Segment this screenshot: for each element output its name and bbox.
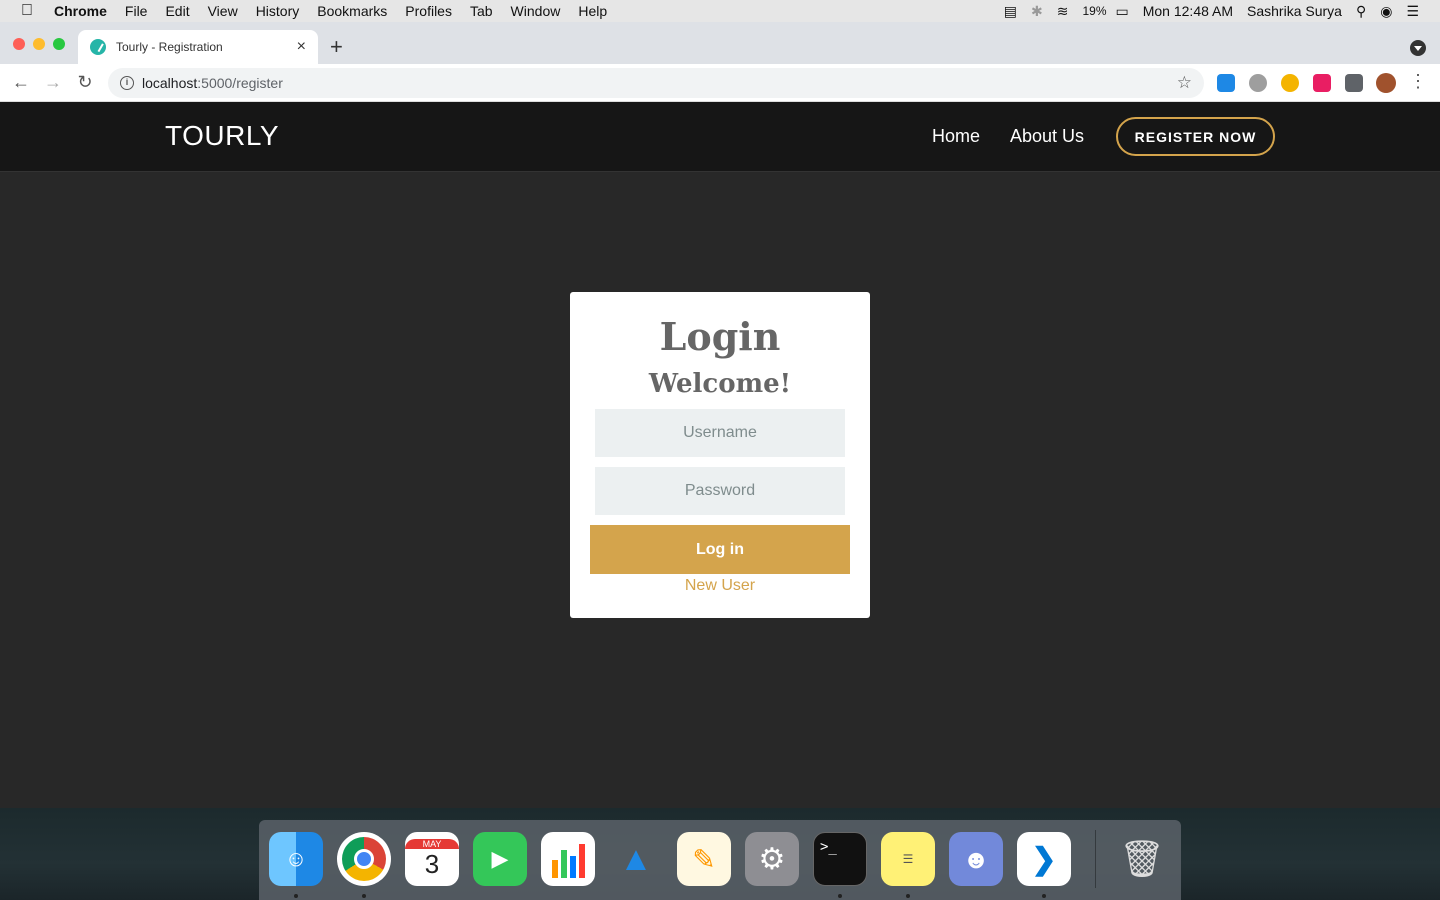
tab-search-icon[interactable] — [1410, 40, 1426, 56]
new-user-link[interactable]: New User — [570, 577, 870, 595]
site-info-icon[interactable]: i — [120, 76, 134, 90]
login-submit-button[interactable]: Log in — [590, 525, 850, 574]
terminal-icon[interactable]: >_ — [813, 832, 867, 886]
keynote-icon[interactable]: ▲ — [609, 832, 663, 886]
login-title: Login — [659, 314, 781, 359]
username-input[interactable] — [595, 409, 845, 457]
forward-arrow-icon[interactable]: → — [37, 72, 69, 93]
menubar-user[interactable]: Sashrika Surya — [1240, 3, 1349, 19]
profile-avatar[interactable] — [1376, 73, 1396, 93]
tab-title: Tourly - Registration — [116, 40, 223, 54]
window-zoom-button[interactable] — [53, 38, 65, 50]
menu-tab[interactable]: Tab — [461, 3, 502, 19]
macos-dock: ☺ MAY 3 ▶ ▲ ✎ ⚙ >_ ☰ ☻ ❯ 🗑 — [259, 820, 1181, 900]
apple-menu-icon[interactable]:  — [0, 2, 54, 20]
notification-center-icon[interactable]: ☰ — [1399, 3, 1426, 20]
menubar-status-area: ▤ ✱ ≋ 19% ▭ Mon 12:48 AM Sashrika Surya … — [997, 3, 1440, 20]
calendar-icon[interactable]: MAY 3 — [405, 832, 459, 886]
login-card: Login Welcome! Log in New User — [570, 292, 870, 618]
vscode-running-indicator — [1042, 894, 1046, 898]
menu-app-name[interactable]: Chrome — [54, 3, 116, 19]
nav-link-home[interactable]: Home — [932, 126, 980, 147]
window-minimize-button[interactable] — [33, 38, 45, 50]
dock-separator — [1095, 830, 1096, 888]
nav-link-about[interactable]: About Us — [1010, 126, 1084, 147]
chrome-menu-icon[interactable]: ⋮ — [1402, 71, 1434, 92]
wifi-icon[interactable]: ≋ — [1050, 3, 1076, 20]
trash-icon[interactable]: 🗑 — [1115, 832, 1169, 886]
menu-window[interactable]: Window — [502, 3, 570, 19]
extension-blue-icon[interactable] — [1217, 74, 1235, 92]
system-preferences-icon[interactable]: ⚙ — [745, 832, 799, 886]
browser-toolbar: ← → ↻ i localhost:5000/register ☆ ⋮ — [0, 64, 1440, 102]
menubar-extra-icon[interactable]: ▤ — [997, 3, 1024, 20]
new-tab-button[interactable]: + — [330, 34, 343, 60]
bookmark-star-icon[interactable]: ☆ — [1177, 73, 1192, 93]
site-brand-logo[interactable]: TOURLY — [165, 120, 279, 152]
browser-tab[interactable]: Tourly - Registration × — [78, 30, 318, 64]
back-arrow-icon[interactable]: ← — [5, 72, 37, 93]
address-bar[interactable]: i localhost:5000/register ☆ — [108, 68, 1204, 98]
chrome-running-indicator — [362, 894, 366, 898]
vscode-icon[interactable]: ❯ — [1017, 832, 1071, 886]
numbers-icon[interactable] — [541, 832, 595, 886]
finder-icon[interactable]: ☺ — [269, 832, 323, 886]
menu-bookmarks[interactable]: Bookmarks — [308, 3, 396, 19]
chrome-icon[interactable] — [337, 832, 391, 886]
menu-profiles[interactable]: Profiles — [396, 3, 461, 19]
finder-running-indicator — [294, 894, 298, 898]
reload-icon[interactable]: ↻ — [69, 72, 101, 93]
extension-glasses-icon[interactable] — [1281, 74, 1299, 92]
spotlight-icon[interactable]: ⚲ — [1349, 3, 1373, 20]
macos-menubar:  Chrome File Edit View History Bookmark… — [0, 0, 1440, 22]
site-navbar: TOURLY Home About Us REGISTER NOW — [0, 102, 1440, 172]
facetime-icon[interactable]: ▶ — [473, 832, 527, 886]
login-subtitle: Welcome! — [648, 369, 792, 399]
terminal-running-indicator — [838, 894, 842, 898]
page-viewport: TOURLY Home About Us REGISTER NOW Login … — [0, 102, 1440, 808]
menu-help[interactable]: Help — [569, 3, 616, 19]
menu-view[interactable]: View — [199, 3, 247, 19]
tab-favicon-icon — [90, 39, 106, 55]
register-now-button[interactable]: REGISTER NOW — [1116, 117, 1275, 156]
pages-icon[interactable]: ✎ — [677, 832, 731, 886]
battery-icon[interactable]: ▭ — [1109, 3, 1136, 20]
extension-w-icon[interactable] — [1313, 74, 1331, 92]
window-close-button[interactable] — [13, 38, 25, 50]
password-input[interactable] — [595, 467, 845, 515]
stickies-icon[interactable]: ☰ — [881, 832, 935, 886]
url-path: :5000/register — [197, 75, 283, 91]
bluetooth-icon[interactable]: ✱ — [1024, 3, 1050, 20]
discord-icon[interactable]: ☻ — [949, 832, 1003, 886]
menubar-clock[interactable]: Mon 12:48 AM — [1136, 3, 1240, 19]
menu-file[interactable]: File — [116, 3, 157, 19]
stickies-running-indicator — [906, 894, 910, 898]
siri-icon[interactable]: ◉ — [1373, 3, 1399, 20]
browser-tab-strip: Tourly - Registration × + — [0, 22, 1440, 64]
menu-edit[interactable]: Edit — [156, 3, 198, 19]
battery-percent[interactable]: 19% — [1075, 4, 1108, 18]
tab-close-icon[interactable]: × — [297, 38, 306, 56]
extensions-puzzle-icon[interactable] — [1345, 74, 1363, 92]
extension-cloud-icon[interactable] — [1249, 74, 1267, 92]
menu-history[interactable]: History — [247, 3, 309, 19]
url-host: localhost — [142, 75, 198, 91]
calendar-day: 3 — [424, 848, 440, 879]
calendar-month: MAY — [405, 838, 459, 849]
